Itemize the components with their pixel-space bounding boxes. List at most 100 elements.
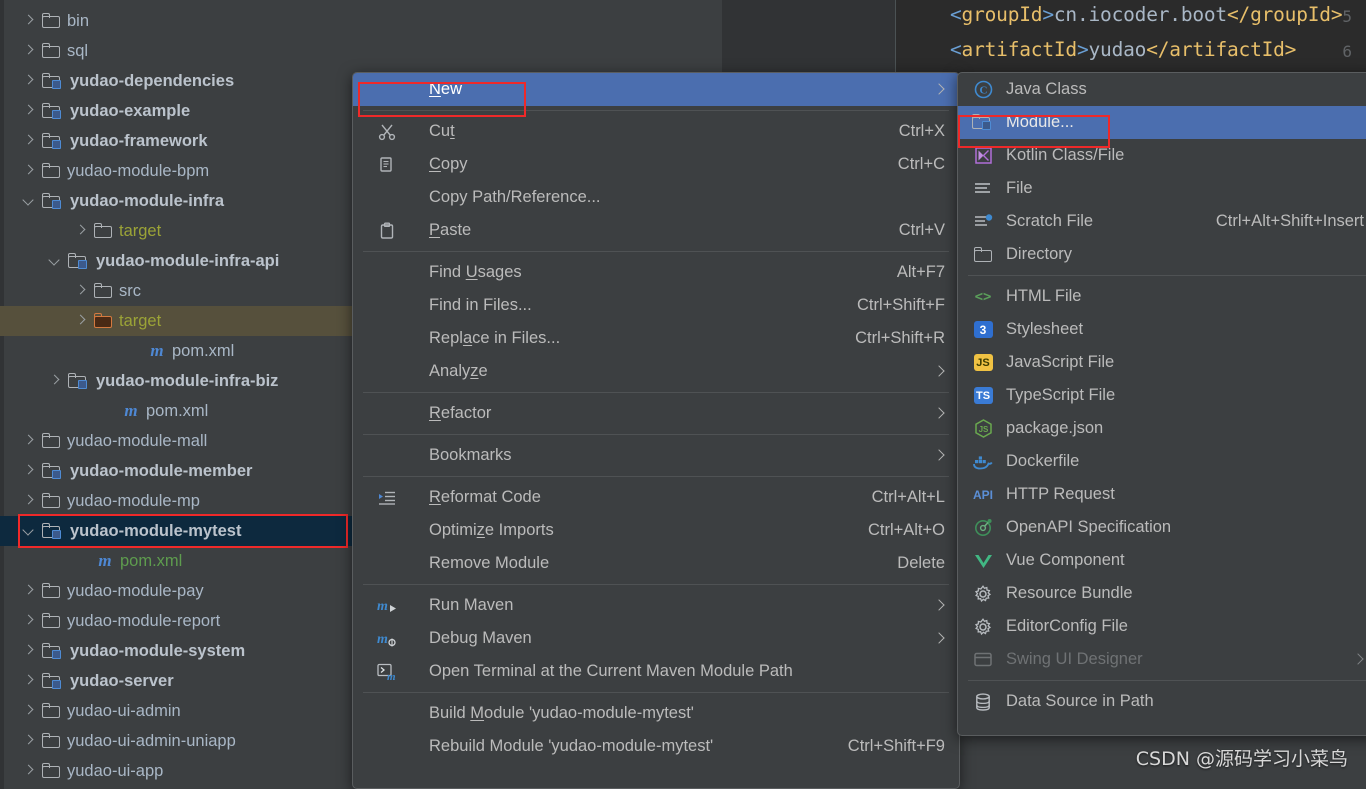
tree-item-yudao-ui-admin[interactable]: yudao-ui-admin: [0, 696, 352, 726]
chevron-right-icon[interactable]: [22, 614, 36, 628]
menu-item-paste[interactable]: Paste Ctrl+V: [353, 214, 959, 247]
chevron-right-icon[interactable]: [22, 734, 36, 748]
chevron-right-icon[interactable]: [22, 584, 36, 598]
menu-item-find-in-files[interactable]: Find in Files... Ctrl+Shift+F: [353, 289, 959, 322]
chevron-right-icon[interactable]: [22, 104, 36, 118]
maven-module-icon: [42, 132, 64, 150]
tree-item-target[interactable]: target: [0, 306, 352, 336]
menu-item-refactor[interactable]: Refactor: [353, 397, 959, 430]
tree-item-yudao-dependencies[interactable]: yudao-dependencies: [0, 66, 352, 96]
tree-item-yudao-server[interactable]: yudao-server: [0, 666, 352, 696]
tree-item-label: yudao-module-infra: [70, 191, 225, 210]
submenu-item-html-file[interactable]: <> HTML File: [958, 280, 1366, 313]
submenu-item-scratch-file[interactable]: Scratch File Ctrl+Alt+Shift+Insert: [958, 205, 1366, 238]
tree-item-yudao-module-mytest[interactable]: yudao-module-mytest: [0, 516, 352, 546]
menu-item-bookmarks[interactable]: Bookmarks: [353, 439, 959, 472]
submenu-item-module[interactable]: Module...: [958, 106, 1366, 139]
maven-module-icon: [42, 72, 64, 90]
chevron-right-icon[interactable]: [22, 44, 36, 58]
tree-item-pom-xml[interactable]: m pom.xml: [0, 336, 352, 366]
menu-item-new[interactable]: New: [353, 73, 959, 106]
submenu-item-http-request[interactable]: API HTTP Request: [958, 478, 1366, 511]
chevron-right-icon[interactable]: [22, 14, 36, 28]
submenu-item-label: Swing UI Designer: [1006, 650, 1143, 668]
tree-item-yudao-module-pay[interactable]: yudao-module-pay: [0, 576, 352, 606]
menu-item-analyze[interactable]: Analyze: [353, 355, 959, 388]
menu-item-remove-module[interactable]: Remove Module Delete: [353, 547, 959, 580]
submenu-item-resource-bundle[interactable]: Resource Bundle: [958, 577, 1366, 610]
tree-item-yudao-framework[interactable]: yudao-framework: [0, 126, 352, 156]
chevron-right-icon[interactable]: [22, 134, 36, 148]
chevron-right-icon[interactable]: [22, 494, 36, 508]
tree-item-yudao-module-mp[interactable]: yudao-module-mp: [0, 486, 352, 516]
chevron-right-icon[interactable]: [22, 704, 36, 718]
chevron-down-icon[interactable]: [48, 254, 62, 268]
submenu-item-package-json[interactable]: JS package.json: [958, 412, 1366, 445]
submenu-item-javascript-file[interactable]: JS JavaScript File: [958, 346, 1366, 379]
chevron-down-icon[interactable]: [22, 194, 36, 208]
context-menu[interactable]: New Cut Ctrl+X Copy Ctrl+C Copy Path/Referenc…: [352, 72, 960, 789]
tree-item-pom-xml[interactable]: m pom.xml: [0, 396, 352, 426]
menu-item-rebuild-module-yudao-module-mytest[interactable]: Rebuild Module 'yudao-module-mytest' Ctrl…: [353, 730, 959, 763]
tree-item-yudao-module-infra-biz[interactable]: yudao-module-infra-biz: [0, 366, 352, 396]
menu-shortcut: Ctrl+Alt+L: [871, 488, 945, 506]
tree-item-yudao-module-infra[interactable]: yudao-module-infra: [0, 186, 352, 216]
new-submenu[interactable]: C Java Class Module... Kotlin Class/File Fil…: [957, 72, 1366, 736]
tree-item-yudao-module-bpm[interactable]: yudao-module-bpm: [0, 156, 352, 186]
chevron-right-icon[interactable]: [22, 464, 36, 478]
chevron-right-icon[interactable]: [22, 164, 36, 178]
submenu-item-file[interactable]: File: [958, 172, 1366, 205]
tree-item-yudao-module-report[interactable]: yudao-module-report: [0, 606, 352, 636]
chevron-right-icon[interactable]: [22, 674, 36, 688]
chevron-down-icon[interactable]: [22, 524, 36, 538]
chevron-right-icon[interactable]: [74, 224, 88, 238]
menu-item-replace-in-files[interactable]: Replace in Files... Ctrl+Shift+R: [353, 322, 959, 355]
menu-item-copy-path-reference[interactable]: Copy Path/Reference...: [353, 181, 959, 214]
chevron-right-icon[interactable]: [74, 314, 88, 328]
tree-item-yudao-module-system[interactable]: yudao-module-system: [0, 636, 352, 666]
submenu-item-label: Java Class: [1006, 80, 1087, 98]
chevron-right-icon[interactable]: [22, 764, 36, 778]
maven-debug-icon: m: [377, 630, 397, 648]
submenu-item-data-source-in-path[interactable]: Data Source in Path: [958, 685, 1366, 718]
menu-item-label: Debug Maven: [429, 629, 532, 647]
submenu-item-dockerfile[interactable]: Dockerfile: [958, 445, 1366, 478]
submenu-item-editorconfig-file[interactable]: EditorConfig File: [958, 610, 1366, 643]
submenu-item-kotlin-class-file[interactable]: Kotlin Class/File: [958, 139, 1366, 172]
menu-item-debug-maven[interactable]: m Debug Maven: [353, 622, 959, 655]
menu-shortcut: Ctrl+Shift+R: [855, 329, 945, 347]
menu-item-reformat-code[interactable]: Reformat Code Ctrl+Alt+L: [353, 481, 959, 514]
submenu-item-stylesheet[interactable]: 3 Stylesheet: [958, 313, 1366, 346]
tree-item-yudao-module-member[interactable]: yudao-module-member: [0, 456, 352, 486]
submenu-item-java-class[interactable]: C Java Class: [958, 73, 1366, 106]
submenu-item-directory[interactable]: Directory: [958, 238, 1366, 271]
submenu-item-vue-component[interactable]: Vue Component: [958, 544, 1366, 577]
tree-item-sql[interactable]: sql: [0, 36, 352, 66]
menu-item-find-usages[interactable]: Find Usages Alt+F7: [353, 256, 959, 289]
maven-module-icon: [42, 522, 64, 540]
chevron-right-icon[interactable]: [22, 434, 36, 448]
tree-item-src[interactable]: src: [0, 276, 352, 306]
tree-item-yudao-ui-app[interactable]: yudao-ui-app: [0, 756, 352, 786]
tree-item-target[interactable]: target: [0, 216, 352, 246]
submenu-item-typescript-file[interactable]: TS TypeScript File: [958, 379, 1366, 412]
project-tree-panel[interactable]: bin sql yudao-dependencies yudao-example yud…: [0, 0, 352, 789]
chevron-right-icon[interactable]: [74, 284, 88, 298]
chevron-right-icon[interactable]: [22, 74, 36, 88]
chevron-right-icon[interactable]: [22, 644, 36, 658]
menu-item-open-terminal-at-the-current-maven-module-path[interactable]: m Open Terminal at the Current Maven Modu…: [353, 655, 959, 688]
tree-item-yudao-module-infra-api[interactable]: yudao-module-infra-api: [0, 246, 352, 276]
tree-item-yudao-ui-admin-uniapp[interactable]: yudao-ui-admin-uniapp: [0, 726, 352, 756]
menu-item-run-maven[interactable]: m Run Maven: [353, 589, 959, 622]
tree-item-label: pom.xml: [146, 401, 209, 420]
tree-item-bin[interactable]: bin: [0, 6, 352, 36]
tree-item-pom-xml[interactable]: m pom.xml: [0, 546, 352, 576]
menu-item-cut[interactable]: Cut Ctrl+X: [353, 115, 959, 148]
submenu-item-openapi-specification[interactable]: OpenAPI Specification: [958, 511, 1366, 544]
tree-item-yudao-module-mall[interactable]: yudao-module-mall: [0, 426, 352, 456]
chevron-right-icon[interactable]: [48, 374, 62, 388]
tree-item-yudao-example[interactable]: yudao-example: [0, 96, 352, 126]
menu-item-build-module-yudao-module-mytest[interactable]: Build Module 'yudao-module-mytest': [353, 697, 959, 730]
menu-item-optimize-imports[interactable]: Optimize Imports Ctrl+Alt+O: [353, 514, 959, 547]
menu-item-copy[interactable]: Copy Ctrl+C: [353, 148, 959, 181]
